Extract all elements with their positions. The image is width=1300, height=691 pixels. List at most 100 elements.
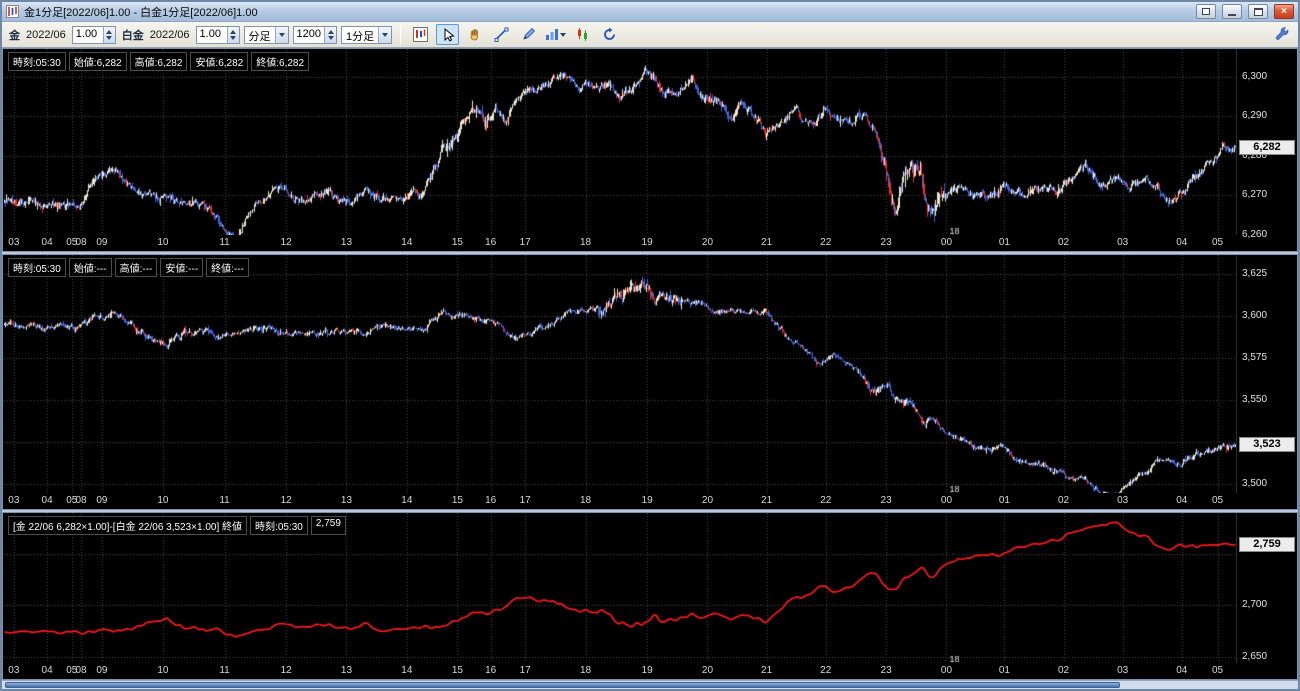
time-tick-label: 00 <box>940 495 953 506</box>
settings-wrench-button[interactable] <box>1270 24 1293 45</box>
indicator-menu-button[interactable] <box>544 24 567 45</box>
time-tick-label: 19 <box>641 495 653 506</box>
platinum-ratio-spinner[interactable]: 1.00 <box>195 25 240 44</box>
high-readout: 高値:6,282 <box>129 52 188 71</box>
time-tick-label: 16 <box>485 495 497 506</box>
time-tick-label: 05 <box>1211 495 1224 506</box>
wrench-icon <box>1275 26 1288 40</box>
spread-formula-readout: [金 22/06 6,282×1.00]-[白金 22/06 3,523×1.0… <box>8 516 248 535</box>
spread-readout: [金 22/06 6,282×1.00]-[白金 22/06 3,523×1.0… <box>8 516 346 535</box>
maximize-icon <box>1253 7 1263 16</box>
time-tick-label: 04 <box>1176 665 1188 676</box>
platinum-last-price-badge: 3,523 <box>1239 437 1295 453</box>
spin-up-icon[interactable] <box>106 29 113 34</box>
price-tick-label: 3,575 <box>1242 351 1268 363</box>
float-window-button[interactable] <box>1196 4 1216 19</box>
platinum-time-axis: 03 04 05 08 09 10 11 12 13 14 15 16 17 18 19 20 21 22 23 00… <box>3 493 1297 509</box>
toolbar-separator <box>400 25 402 44</box>
time-tick-label: 21 <box>761 665 773 676</box>
gold-time-axis: 03 04 05 08 09 10 11 12 13 14 15 16 17 18 19 20 21 22 23 00… <box>3 235 1297 251</box>
time-tick-label: 22 <box>820 665 832 676</box>
time-tick-label: 14 <box>401 665 413 676</box>
time-tick-label: 12 <box>280 665 292 676</box>
time-tick-label: 04 <box>41 665 53 676</box>
time-tick-label: 13 <box>340 495 353 506</box>
time-tick-label: 04 <box>41 495 53 506</box>
spin-up-icon[interactable] <box>327 29 334 34</box>
gold-contract-value[interactable]: 2022/06 <box>26 29 66 41</box>
bar-count-spinner[interactable]: 1200 <box>292 25 338 44</box>
gold-price-scale[interactable]: 6,282 6,300 6,290 6,280 6,270 6,260 <box>1236 49 1297 240</box>
spread-line-canvas[interactable] <box>4 513 1236 665</box>
timeframe-dropdown[interactable]: 1分足 <box>341 25 393 44</box>
chart-type-button[interactable] <box>409 24 432 45</box>
platinum-price-scale[interactable]: 3,523 3,6253,6003,5753,5503,5253,500 <box>1236 255 1297 493</box>
time-tick-label: 17 <box>519 237 531 248</box>
close-readout: 終値:6,282 <box>251 52 310 71</box>
time-tick-label: 08 <box>75 495 87 506</box>
cursor-select-button[interactable] <box>436 24 460 45</box>
time-tick-label: 03 <box>8 495 20 506</box>
open-readout: 始値:6,282 <box>68 52 127 71</box>
maximize-button[interactable] <box>1248 4 1268 19</box>
bar-count-spin-buttons[interactable] <box>324 26 337 43</box>
time-tick-label: 11 <box>219 495 230 506</box>
price-tick-label: 3,550 <box>1242 393 1268 405</box>
time-tick-label: 16 <box>485 237 497 248</box>
minimize-button[interactable] <box>1222 4 1242 19</box>
period-dropdown-value[interactable]: 分足 <box>245 27 275 43</box>
time-tick-label: 22 <box>820 237 832 248</box>
spin-down-icon[interactable] <box>106 35 113 40</box>
refresh-button[interactable] <box>598 24 621 45</box>
horizontal-scrollbar[interactable] <box>2 680 1298 689</box>
gold-chart-panel: 時刻:05:30 始値:6,282 高値:6,282 安値:6,282 終値:6… <box>2 48 1298 252</box>
time-tick-label: 03 <box>8 237 20 248</box>
time-tick-label: 02 <box>1057 237 1070 248</box>
price-style-button[interactable] <box>571 24 594 45</box>
timeframe-dropdown-value[interactable]: 1分足 <box>342 27 378 43</box>
gold-ratio-value[interactable]: 1.00 <box>73 27 103 43</box>
spin-up-icon[interactable] <box>230 29 237 34</box>
time-tick-label: 12 <box>280 237 292 248</box>
period-dropdown-button[interactable] <box>274 26 288 43</box>
period-dropdown[interactable]: 分足 <box>243 25 289 44</box>
time-tick-label: 19 <box>641 665 653 676</box>
time-tick-label: 10 <box>157 495 169 506</box>
timeframe-dropdown-button[interactable] <box>378 26 392 43</box>
time-tick-label: 05 <box>1211 237 1224 248</box>
open-readout: 始値:--- <box>68 258 112 277</box>
title-bar[interactable]: 金1分足[2022/06]1.00 - 白金1分足[2022/06]1.00 × <box>2 2 1298 22</box>
time-tick-label: 03 <box>1117 237 1129 248</box>
gold-ratio-spin-buttons[interactable] <box>102 26 115 43</box>
pencil-draw-button[interactable] <box>517 24 540 45</box>
spread-price-scale[interactable]: 2,759 2,700 2,650 <box>1236 513 1297 663</box>
time-tick-label: 02 <box>1057 495 1070 506</box>
time-tick-label: 09 <box>96 495 108 506</box>
time-tick-label: 23 <box>880 665 892 676</box>
platinum-symbol-label: 白金 <box>121 29 144 42</box>
gold-ratio-spinner[interactable]: 1.00 <box>71 25 116 44</box>
price-tick-label: 3,500 <box>1242 478 1268 490</box>
chevron-down-icon <box>278 32 285 37</box>
time-tick-label: 21 <box>761 495 773 506</box>
chevron-down-icon <box>560 32 567 37</box>
gold-candlestick-canvas[interactable] <box>4 49 1236 237</box>
bar-count-value[interactable]: 1200 <box>294 27 324 43</box>
time-readout: 時刻:05:30 <box>250 516 308 535</box>
spin-down-icon[interactable] <box>230 35 237 40</box>
time-tick-label: 15 <box>451 237 463 248</box>
scrollbar-thumb[interactable] <box>5 682 1120 688</box>
trendline-draw-button[interactable] <box>490 24 513 45</box>
platinum-ratio-value[interactable]: 1.00 <box>197 27 227 43</box>
gold-last-price-badge: 6,282 <box>1239 139 1295 155</box>
time-tick-label: 11 <box>219 665 230 676</box>
pan-hand-button[interactable] <box>463 24 486 45</box>
time-tick-label: 09 <box>96 237 108 248</box>
platinum-ratio-spin-buttons[interactable] <box>226 26 239 43</box>
spin-down-icon[interactable] <box>327 35 334 40</box>
time-readout: 時刻:05:30 <box>8 258 66 277</box>
platinum-candlestick-canvas[interactable] <box>4 255 1236 495</box>
hand-icon <box>470 29 478 41</box>
close-button[interactable]: × <box>1274 4 1294 19</box>
platinum-contract-value[interactable]: 2022/06 <box>150 29 190 41</box>
